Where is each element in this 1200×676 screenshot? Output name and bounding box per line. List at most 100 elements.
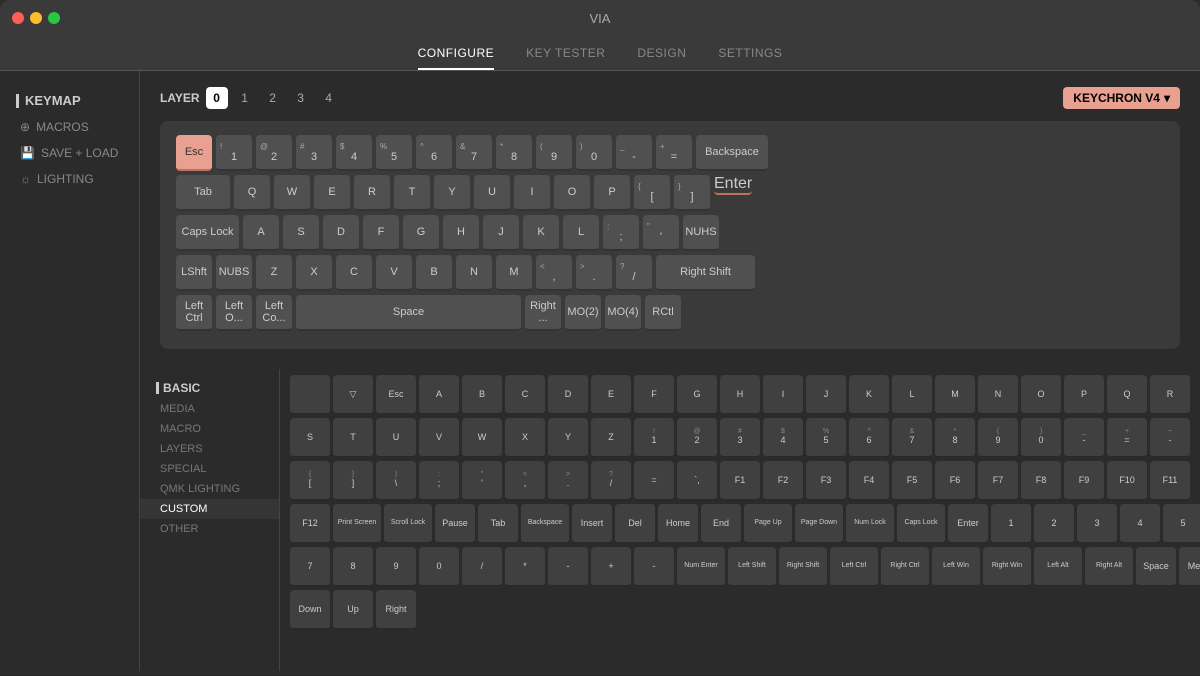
key-a[interactable]: A [243,215,279,251]
gk-f8[interactable]: F8 [1021,461,1061,501]
gk-dquote[interactable]: "' [462,461,502,501]
gk-page-up[interactable]: Page Up [744,504,792,544]
gk-f2[interactable]: F2 [763,461,803,501]
key-backspace[interactable]: Backspace [696,135,768,171]
gk-f[interactable]: F [634,375,674,415]
gk-num2[interactable]: 2 [1034,504,1074,544]
key-period[interactable]: >. [576,255,612,291]
key-x[interactable]: X [296,255,332,291]
gk-n[interactable]: N [978,375,1018,415]
key-caps[interactable]: Caps Lock [176,215,239,251]
gk-num-star[interactable]: * [505,547,545,587]
gk-down[interactable]: Down [290,590,330,630]
gk-k[interactable]: K [849,375,889,415]
gk-percent[interactable]: %5 [806,418,846,458]
key-enter[interactable]: Enter [714,175,752,195]
gk-exclaim[interactable]: !1 [634,418,674,458]
key-m[interactable]: M [496,255,532,291]
layer-btn-0[interactable]: 0 [206,87,228,109]
key-t[interactable]: T [394,175,430,211]
nav-configure[interactable]: CONFIGURE [418,46,495,70]
gk-tilde[interactable]: ~- [1150,418,1190,458]
gk-l[interactable]: L [892,375,932,415]
key-lcmd[interactable]: Left Co... [256,295,292,331]
key-minus[interactable]: _- [616,135,652,171]
gk-p[interactable]: P [1064,375,1104,415]
key-k[interactable]: K [523,215,559,251]
key-b[interactable]: B [416,255,452,291]
key-mo4[interactable]: MO(4) [605,295,641,331]
layers-item[interactable]: LAYERS [140,439,279,459]
key-r[interactable]: R [354,175,390,211]
gk-d[interactable]: D [548,375,588,415]
gk-tab[interactable]: Tab [478,504,518,544]
nav-design[interactable]: DESIGN [637,46,686,70]
gk-num7[interactable]: 7 [290,547,330,587]
gk-amp[interactable]: &7 [892,418,932,458]
key-6[interactable]: ^6 [416,135,452,171]
key-1[interactable]: !1 [216,135,252,171]
key-lopt[interactable]: Left O... [216,295,252,331]
key-o[interactable]: O [554,175,590,211]
key-4[interactable]: $4 [336,135,372,171]
gk-f3[interactable]: F3 [806,461,846,501]
gk-star[interactable]: *8 [935,418,975,458]
gk-down-arrow[interactable]: ▽ [333,375,373,415]
key-0[interactable]: )0 [576,135,612,171]
gk-h[interactable]: H [720,375,760,415]
key-lctrl[interactable]: Left Ctrl [176,295,212,331]
gk-f6[interactable]: F6 [935,461,975,501]
key-esc[interactable]: Esc [176,135,212,171]
key-3[interactable]: #3 [296,135,332,171]
gk-num-slash[interactable]: / [462,547,502,587]
key-lshift[interactable]: LShft [176,255,212,291]
gk-space[interactable]: Space [1136,547,1176,587]
gk-left-alt[interactable]: Left Alt [1034,547,1082,587]
key-rctl[interactable]: RCtl [645,295,681,331]
gk-question[interactable]: ?/ [591,461,631,501]
gk-left-shift[interactable]: Left Shift [728,547,776,587]
gk-f1[interactable]: F1 [720,461,760,501]
gk-scroll-lock[interactable]: Scroll Lock [384,504,432,544]
key-rshift[interactable]: Right Shift [656,255,755,291]
gk-plus[interactable]: += [1107,418,1147,458]
gk-del[interactable]: Del [615,504,655,544]
key-quote[interactable]: "' [643,215,679,251]
gk-e[interactable]: E [591,375,631,415]
gk-esc[interactable]: Esc [376,375,416,415]
gk-i[interactable]: I [763,375,803,415]
gk-up[interactable]: Up [333,590,373,630]
gk-hash[interactable]: #3 [720,418,760,458]
gk-gt[interactable]: >. [548,461,588,501]
fullscreen-button[interactable] [48,12,60,24]
gk-f9[interactable]: F9 [1064,461,1104,501]
gk-f11[interactable]: F11 [1150,461,1190,501]
other-item[interactable]: OTHER [140,519,279,539]
key-2[interactable]: @2 [256,135,292,171]
gk-right-win[interactable]: Right Win [983,547,1031,587]
gk-rcurly[interactable]: }] [333,461,373,501]
gk-b[interactable]: B [462,375,502,415]
key-d[interactable]: D [323,215,359,251]
key-f[interactable]: F [363,215,399,251]
gk-lcurly[interactable]: {[ [290,461,330,501]
key-5[interactable]: %5 [376,135,412,171]
gk-insert[interactable]: Insert [572,504,612,544]
gk-t[interactable]: T [333,418,373,458]
gk-menu[interactable]: Menu [1179,547,1200,587]
key-mo2[interactable]: MO(2) [565,295,601,331]
gk-blank1[interactable] [290,375,330,415]
sidebar-item-macros[interactable]: ⊕ MACROS [0,114,139,140]
key-n[interactable]: N [456,255,492,291]
gk-colon[interactable]: :; [419,461,459,501]
gk-s[interactable]: S [290,418,330,458]
gk-num4[interactable]: 4 [1120,504,1160,544]
key-c[interactable]: C [336,255,372,291]
layer-btn-4[interactable]: 4 [318,87,340,109]
gk-j[interactable]: J [806,375,846,415]
key-v[interactable]: V [376,255,412,291]
gk-pause[interactable]: Pause [435,504,475,544]
key-lbracket[interactable]: {[ [634,175,670,211]
key-l[interactable]: L [563,215,599,251]
gk-f7[interactable]: F7 [978,461,1018,501]
